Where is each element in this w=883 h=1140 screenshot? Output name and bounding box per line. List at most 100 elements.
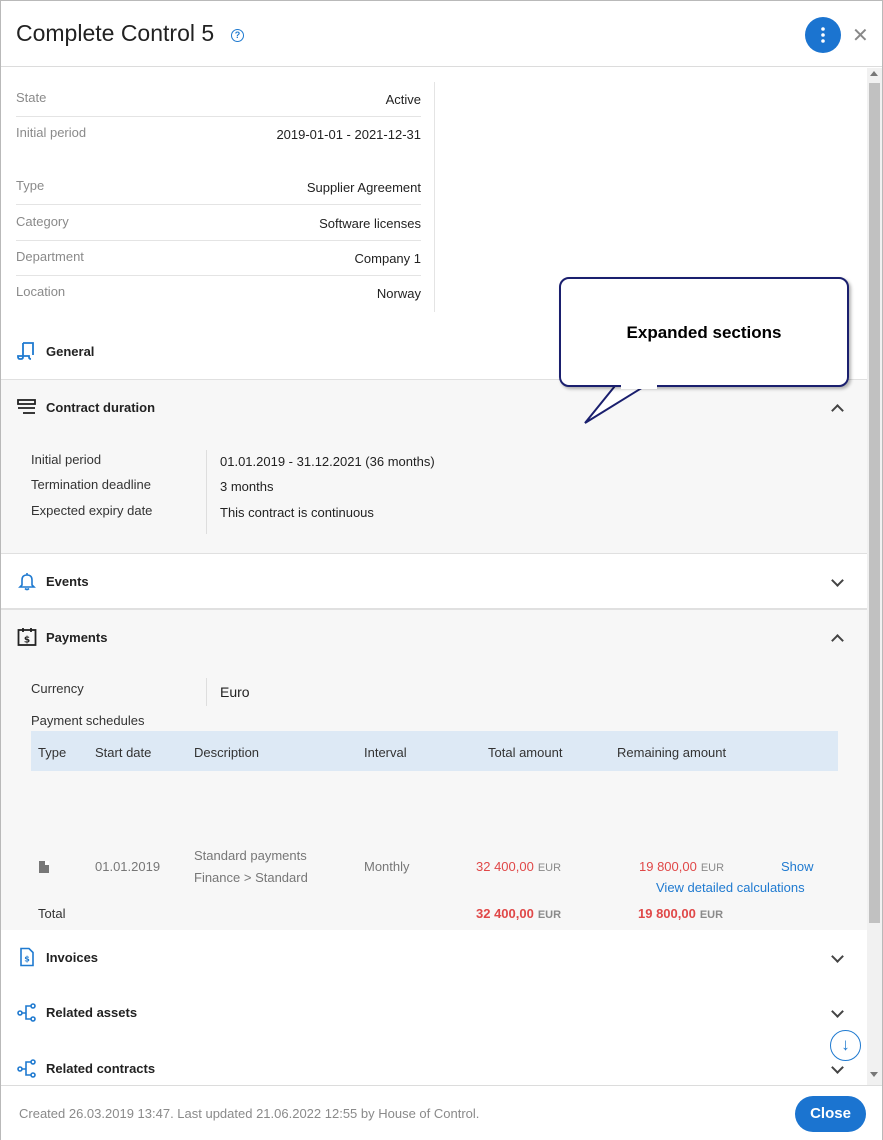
section-header[interactable]: $ Invoices — [1, 930, 867, 985]
duration-label: Termination deadline — [31, 477, 151, 492]
property-row: State Active — [16, 82, 421, 117]
section-title: Payments — [46, 630, 108, 645]
duration-label: Expected expiry date — [31, 503, 153, 518]
property-label: Initial period — [16, 125, 87, 140]
show-link[interactable]: Show — [781, 859, 814, 874]
section-title: Contract duration — [46, 400, 156, 415]
column-header: Remaining amount — [617, 745, 727, 760]
svg-text:$: $ — [24, 636, 30, 646]
scrollbar-thumb[interactable] — [869, 83, 880, 923]
section-events[interactable]: Events — [1, 554, 867, 609]
column-header: Interval — [364, 745, 407, 760]
payment-description: Standard payments — [194, 848, 307, 863]
scroll-to-bottom-button[interactable]: ↓ — [830, 1030, 861, 1061]
dialog-footer: Created 26.03.2019 13:47. Last updated 2… — [1, 1085, 882, 1140]
calendar-dollar-icon: $ — [17, 628, 37, 646]
more-menu-button[interactable] — [805, 17, 841, 53]
payment-interval: Monthly — [364, 859, 410, 874]
section-header[interactable]: Events — [1, 554, 867, 609]
arrow-down-icon: ↓ — [841, 1035, 850, 1054]
property-value: 2019-01-01 - 2021-12-31 — [276, 127, 421, 142]
payment-category: Finance > Standard — [194, 870, 308, 885]
chevron-down-icon[interactable] — [831, 574, 844, 587]
total-label: Total — [38, 906, 66, 921]
document-type-icon — [39, 861, 49, 873]
properties-divider — [434, 82, 435, 312]
section-related-contracts[interactable]: Related contracts — [1, 1040, 867, 1085]
section-header[interactable]: Related assets — [1, 985, 867, 1040]
dialog-body: State Active Initial period 2019-01-01 -… — [1, 68, 867, 1085]
document-icon — [17, 342, 34, 360]
section-title: Events — [46, 574, 89, 589]
column-header: Start date — [95, 745, 152, 760]
question-circle-icon[interactable]: ? — [231, 29, 244, 42]
section-header[interactable]: $ Payments — [1, 610, 867, 665]
property-row: Location Norway — [16, 276, 421, 311]
section-contract-duration: Contract duration Initial period 01.01.2… — [1, 379, 867, 554]
close-button[interactable]: Close — [795, 1096, 866, 1132]
callout-joint — [621, 381, 657, 389]
chevron-down-icon[interactable] — [831, 1005, 844, 1018]
audit-info-text: Created 26.03.2019 13:47. Last updated 2… — [19, 1106, 480, 1121]
view-detailed-calculations-link[interactable]: View detailed calculations — [656, 880, 805, 895]
duration-value: This contract is continuous — [220, 505, 374, 520]
svg-text:$: $ — [24, 955, 30, 964]
total-amount: 32 400,00 EUR — [476, 906, 562, 921]
contract-dialog: Complete Control 5 ? ✕ State Active Init… — [0, 0, 883, 1140]
total-remaining-amount: 19 800,00 EUR — [638, 906, 724, 921]
bell-icon — [18, 573, 36, 591]
relations-icon — [17, 1003, 36, 1022]
list-icon — [17, 399, 36, 414]
section-header[interactable]: Contract duration — [1, 380, 867, 435]
close-icon[interactable]: ✕ — [852, 23, 869, 48]
currency-value: Euro — [220, 684, 250, 700]
property-row: Initial period 2019-01-01 - 2021-12-31 — [16, 117, 421, 152]
currency-divider — [206, 678, 207, 706]
duration-value: 01.01.2019 - 31.12.2021 (36 months) — [220, 454, 435, 469]
section-title: Invoices — [46, 950, 99, 965]
payment-table-header: Type Start date Description Interval Tot… — [31, 731, 838, 771]
duration-value: 3 months — [220, 479, 274, 494]
currency-label: Currency — [31, 681, 84, 696]
column-header: Type — [38, 745, 67, 760]
section-invoices[interactable]: $ Invoices — [1, 930, 867, 986]
property-value: Active — [385, 92, 421, 107]
payment-remaining-amount: 19 800,00 EUR — [639, 859, 725, 874]
section-title: General — [46, 344, 95, 359]
property-value: Software licenses — [319, 216, 421, 231]
property-label: State — [16, 90, 47, 105]
section-related-assets[interactable]: Related assets — [1, 985, 867, 1041]
property-row: Category Software licenses — [16, 206, 421, 241]
chevron-down-icon[interactable] — [831, 950, 844, 963]
property-label: Department — [16, 249, 84, 264]
vertical-scrollbar[interactable] — [867, 68, 882, 1085]
chevron-down-icon[interactable] — [831, 1061, 844, 1074]
more-vertical-icon — [821, 27, 825, 43]
invoice-icon: $ — [20, 947, 34, 967]
dialog-header: Complete Control 5 ? ✕ — [1, 1, 882, 67]
payment-schedules-label: Payment schedules — [31, 713, 145, 728]
payment-total-amount: 32 400,00 EUR — [476, 859, 562, 874]
property-label: Location — [16, 284, 66, 299]
payment-start-date: 01.01.2019 — [95, 859, 161, 874]
chevron-up-icon[interactable] — [831, 634, 844, 647]
relations-icon — [17, 1059, 36, 1078]
chevron-up-icon[interactable] — [831, 404, 844, 417]
property-value: Company 1 — [354, 251, 421, 266]
property-row: Department Company 1 — [16, 241, 421, 276]
callout-text: Expanded sections — [626, 323, 782, 342]
section-title: Related contracts — [46, 1061, 156, 1076]
callout-bubble: Expanded sections — [559, 277, 849, 387]
scroll-up-arrow-icon[interactable] — [870, 71, 878, 76]
property-label: Category — [16, 214, 69, 229]
duration-label: Initial period — [31, 452, 102, 467]
property-row: Type Supplier Agreement — [16, 170, 421, 205]
duration-divider — [206, 450, 207, 534]
column-header: Description — [194, 745, 260, 760]
scroll-down-arrow-icon[interactable] — [870, 1072, 878, 1077]
property-value: Supplier Agreement — [306, 180, 421, 195]
section-title: Related assets — [46, 1005, 138, 1020]
section-header[interactable]: Related contracts — [1, 1040, 867, 1085]
column-header: Total amount — [488, 745, 563, 760]
page-title: Complete Control 5 — [16, 20, 215, 46]
